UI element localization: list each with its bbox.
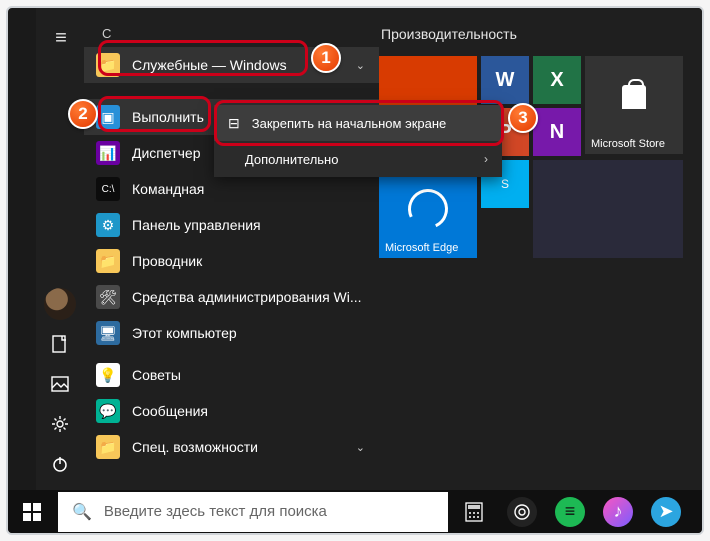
- app-row-explorer[interactable]: 📁 Проводник: [84, 243, 379, 279]
- ctx-label: Закрепить на начальном экране: [252, 116, 447, 131]
- taskbar-telegram[interactable]: ➤: [642, 490, 690, 533]
- app-label: Панель управления: [132, 217, 261, 233]
- ctx-pin-to-start[interactable]: ⊟ Закрепить на начальном экране: [214, 105, 502, 141]
- tiles-group-header[interactable]: Производительность: [381, 26, 692, 42]
- tile-photos[interactable]: [533, 160, 683, 258]
- taskmgr-icon: 📊: [96, 141, 120, 165]
- context-menu: ⊟ Закрепить на начальном экране • Дополн…: [214, 105, 502, 177]
- app-row-admin-tools[interactable]: 🛠 Средства администрирования Wi...: [84, 279, 379, 315]
- app-label: Средства администрирования Wi...: [132, 289, 362, 305]
- start-button[interactable]: [8, 490, 56, 533]
- admin-tools-icon: 🛠: [96, 285, 120, 309]
- messages-icon: 💬: [96, 399, 120, 423]
- annotation-badge-1: 1: [311, 43, 341, 73]
- chevron-down-icon: ⌄: [356, 441, 365, 454]
- app-label: Советы: [132, 367, 181, 383]
- app-label: Командная: [132, 181, 204, 197]
- app-row-ease-of-access[interactable]: 📁 Спец. возможности ⌄: [84, 429, 379, 465]
- annotation-badge-2: 2: [68, 99, 98, 129]
- tile-label: Microsoft Store: [591, 138, 665, 150]
- user-avatar[interactable]: [40, 284, 80, 324]
- app-row-messages[interactable]: 💬 Сообщения: [84, 393, 379, 429]
- app-label: Служебные — Windows: [132, 57, 287, 73]
- app-label: Выполнить: [132, 109, 204, 125]
- tile-word[interactable]: W: [481, 56, 529, 104]
- tile-label: Microsoft Edge: [385, 242, 458, 254]
- taskbar-itunes[interactable]: ♪: [594, 490, 642, 533]
- power-icon[interactable]: [40, 444, 80, 484]
- tile-onenote[interactable]: N: [533, 108, 581, 156]
- ctx-label: Дополнительно: [245, 152, 339, 167]
- cmd-icon: C:\: [96, 177, 120, 201]
- pictures-icon[interactable]: [40, 364, 80, 404]
- chevron-down-icon: ⌄: [356, 59, 365, 72]
- run-icon: ▣: [96, 105, 120, 129]
- folder-icon: 📁: [96, 53, 120, 77]
- app-label: Сообщения: [132, 403, 208, 419]
- chevron-right-icon: ›: [484, 152, 488, 166]
- settings-icon[interactable]: [40, 404, 80, 444]
- folder-icon: 📁: [96, 435, 120, 459]
- taskbar-podcast[interactable]: [498, 490, 546, 533]
- letter-header[interactable]: С: [84, 26, 379, 41]
- this-pc-icon: 🖥: [96, 321, 120, 345]
- search-placeholder: Введите здесь текст для поиска: [104, 503, 327, 520]
- search-icon: 🔍: [72, 502, 92, 522]
- annotation-badge-3: 3: [508, 103, 538, 133]
- search-input[interactable]: 🔍 Введите здесь текст для поиска: [58, 492, 448, 532]
- app-row-control-panel[interactable]: ⚙ Панель управления: [84, 207, 379, 243]
- explorer-icon: 📁: [96, 249, 120, 273]
- app-label: Проводник: [132, 253, 202, 269]
- tile-excel[interactable]: X: [533, 56, 581, 104]
- app-row-this-pc[interactable]: 🖥 Этот компьютер: [84, 315, 379, 351]
- app-label: Этот компьютер: [132, 325, 237, 341]
- store-icon: [622, 85, 646, 109]
- app-row-tips[interactable]: 💡 Советы: [84, 357, 379, 393]
- app-label: Спец. возможности: [132, 439, 258, 455]
- taskbar-spotify[interactable]: ≡: [546, 490, 594, 533]
- edge-icon: [402, 183, 453, 234]
- control-panel-icon: ⚙: [96, 213, 120, 237]
- app-label: Диспетчер: [132, 145, 200, 161]
- ctx-more[interactable]: • Дополнительно ›: [214, 141, 502, 177]
- tile-store[interactable]: Microsoft Store: [585, 56, 683, 154]
- start-expand-button[interactable]: ≡: [40, 18, 80, 58]
- documents-icon[interactable]: [40, 324, 80, 364]
- pin-icon: ⊟: [228, 115, 240, 132]
- lightbulb-icon: 💡: [96, 363, 120, 387]
- taskbar-calculator[interactable]: [450, 490, 498, 533]
